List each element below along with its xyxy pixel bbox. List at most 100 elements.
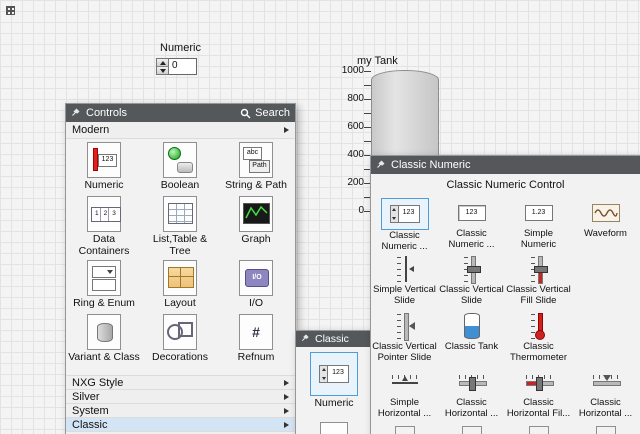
palette-item-list-table-tree[interactable]: List,Table & Tree (142, 193, 218, 257)
numeric-glyph-text: 123 (328, 366, 348, 382)
palette-item-label: Classic Tank (445, 342, 498, 353)
selected-item-box: 123 (310, 352, 358, 396)
classic-vertical-fill-slide-icon (524, 254, 554, 284)
slide-track (405, 256, 407, 282)
controls-palette-titlebar[interactable]: Controls Search (66, 104, 295, 122)
palette-item-data-containers[interactable]: 123 Data Containers (66, 193, 142, 257)
palette-item-simple-horizontal-slide[interactable]: Simple Horizontal ... (371, 365, 438, 423)
category-modern[interactable]: Modern (66, 122, 295, 139)
graph-screen-glyph (243, 203, 270, 224)
palette-item-classic-horizontal-slide[interactable]: Classic Horizontal ... (438, 365, 505, 423)
category-classic[interactable]: Classic (66, 417, 295, 431)
array-glyph-text: 123 (91, 207, 121, 222)
slide-thumb (536, 377, 543, 391)
category-label: Classic (72, 419, 107, 431)
palette-item-classic-horizontal-fill-slide[interactable]: Classic Horizontal Fil... (505, 365, 572, 423)
palette-item-layout[interactable]: Layout (142, 257, 218, 311)
io-glyph-text: I/O (245, 269, 269, 287)
palette-item-ring-enum[interactable]: Ring & Enum (66, 257, 142, 311)
category-nxg-style[interactable]: NXG Style (66, 375, 295, 389)
numeric-glyph-text: 123 (98, 154, 117, 167)
tick-marks (397, 257, 401, 282)
classic-numeric-control-icon: 123 (390, 205, 420, 223)
pin-icon[interactable] (71, 107, 81, 120)
slide-pointer (402, 376, 408, 381)
numeric-glyph-text: 123 (399, 206, 419, 222)
palette-category-list: NXG Style Silver System Classic (66, 375, 295, 434)
empty-cell (572, 309, 639, 365)
square-glyph (178, 322, 193, 337)
category-label: NXG Style (72, 377, 123, 389)
modern-items-grid: 123 Numeric Boolean abc Path (66, 139, 295, 375)
tank-scale-label: 600 (337, 121, 364, 132)
palette-item-label: Classic Numeric ... (372, 231, 438, 252)
palette-item-label: Waveform (584, 229, 627, 240)
classic-numeric-icon: 123 (319, 365, 349, 383)
grid-origin-icon (6, 6, 15, 15)
submenu-arrow-icon (284, 380, 289, 386)
palette-item-variant-class[interactable]: Variant & Class (66, 311, 142, 375)
palette-item-simple-vertical-slide[interactable]: Simple Vertical Slide (371, 252, 438, 309)
partial-item-icon (371, 423, 438, 434)
palette-item-numeric[interactable]: 123 Numeric (66, 139, 142, 193)
boolean-icon (163, 142, 197, 178)
palette-item-classic-numeric-control[interactable]: 123 Classic Numeric ... (371, 196, 438, 252)
tank-scale-label: 400 (337, 149, 364, 160)
classic-horizontal-fill-slide-icon (524, 367, 554, 397)
palette-item-label: Decorations (152, 352, 208, 364)
numeric-control[interactable]: 0 (156, 58, 215, 75)
list-table-tree-icon (163, 196, 197, 232)
labview-front-panel: Numeric 0 my Tank 1000 800 600 400 200 0… (0, 0, 640, 434)
submenu-arrow-icon (284, 408, 289, 414)
palette-item-graph[interactable]: Graph (218, 193, 294, 257)
palette-item-boolean[interactable]: Boolean (142, 139, 218, 193)
category-system[interactable]: System (66, 403, 295, 417)
classic-numeric-subtitle: Classic Numeric Control (371, 174, 640, 196)
pin-icon[interactable] (301, 333, 310, 345)
slide-track (593, 381, 621, 386)
category-silver[interactable]: Silver (66, 389, 295, 403)
palette-item-classic-numeric[interactable]: 123 Numeric (310, 347, 358, 410)
classic-numeric-titlebar[interactable]: Classic Numeric (371, 156, 640, 174)
classic-palette-titlebar[interactable]: Classic (296, 331, 372, 347)
palette-item-classic-vertical-fill-slide[interactable]: Classic Vertical Fill Slide (505, 252, 572, 309)
palette-item-decorations[interactable]: Decorations (142, 311, 218, 375)
button-glyph (177, 162, 193, 173)
decrement-button[interactable] (157, 66, 168, 74)
submenu-arrow-icon (284, 422, 289, 428)
partial-row (371, 423, 640, 434)
category-modern-label: Modern (72, 124, 109, 136)
pin-icon[interactable] (376, 159, 386, 172)
palette-item-label: Classic Numeric ... (439, 229, 505, 250)
simple-vertical-slide-icon (390, 254, 420, 284)
palette-item-label: Classic Horizontal ... (573, 398, 639, 419)
palette-search-button[interactable]: Search (240, 107, 290, 119)
slide-thumb (469, 377, 476, 391)
palette-item-simple-numeric[interactable]: 1.23 Simple Numeric (505, 196, 572, 252)
enum-glyph (92, 279, 116, 291)
palette-item-classic-thermometer[interactable]: Classic Thermometer (505, 309, 572, 365)
palette-item-classic-vertical-slide[interactable]: Classic Vertical Slide (438, 252, 505, 309)
partial-item-icon (320, 422, 348, 434)
palette-item-refnum[interactable]: # Refnum (218, 311, 294, 375)
palette-item-string-path[interactable]: abc Path String & Path (218, 139, 294, 193)
path-glyph-text: Path (249, 160, 270, 173)
layout-icon (163, 260, 197, 296)
palette-item-label: Classic Vertical Slide (439, 285, 505, 306)
pointer-glyph (603, 375, 611, 381)
palette-item-label: Classic Horizontal Fil... (506, 398, 572, 419)
palette-item-classic-horizontal-pointer-slide[interactable]: Classic Horizontal ... (572, 365, 639, 423)
increment-button[interactable] (157, 59, 168, 66)
palette-item-classic-vertical-pointer-slide[interactable]: Classic Vertical Pointer Slide (371, 309, 438, 365)
controls-palette-title: Controls (86, 107, 127, 119)
palette-item-io[interactable]: I/O I/O (218, 257, 294, 311)
palette-item-label: I/O (249, 298, 263, 310)
palette-item-classic-numeric-indicator[interactable]: 123 Classic Numeric ... (438, 196, 505, 252)
palette-item-waveform[interactable]: Waveform (572, 196, 639, 252)
palette-item-label: Simple Numeric (506, 229, 572, 250)
spinner-glyph (391, 206, 399, 222)
palette-item-classic-tank[interactable]: Classic Tank (438, 309, 505, 365)
numeric-spinner[interactable] (156, 58, 169, 75)
numeric-value-field[interactable]: 0 (169, 58, 197, 75)
classic-vertical-pointer-slide-icon (390, 311, 420, 341)
